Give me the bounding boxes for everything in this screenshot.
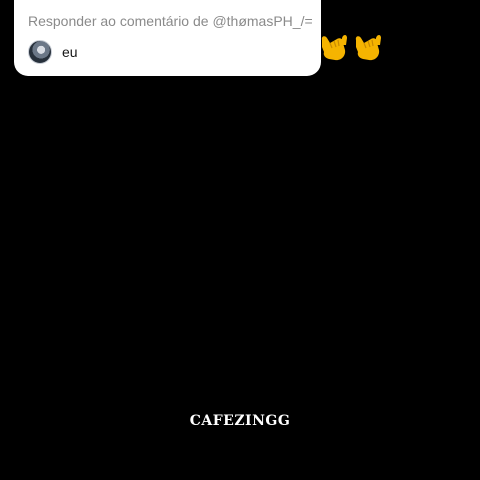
reply-to-comment-sticker[interactable]: Responder ao comentário de @thømasPH_/= …	[14, 0, 321, 76]
comment-text: eu	[62, 44, 78, 60]
reply-header-text: Responder ao comentário de @thømasPH_/=	[28, 13, 313, 29]
video-frame: Responder ao comentário de @thømasPH_/= …	[0, 0, 480, 480]
avatar	[28, 40, 52, 64]
call-me-hand-icon	[321, 35, 347, 61]
call-me-hand-icon	[355, 35, 381, 61]
comment-row: eu	[28, 40, 307, 64]
watermark-text: CAFEZINGG	[189, 413, 291, 429]
